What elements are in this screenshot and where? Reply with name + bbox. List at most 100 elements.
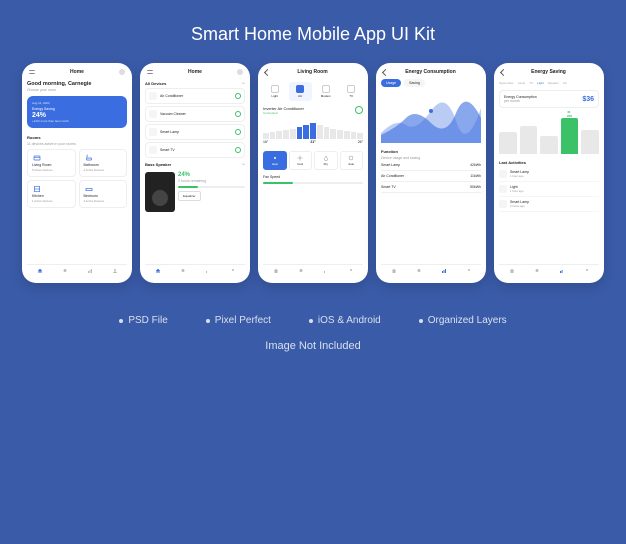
- tab-tv[interactable]: TV: [529, 81, 533, 85]
- room-card-kitchen[interactable]: Kitchen 1 Active Devices: [27, 180, 76, 208]
- screen-living-room: Living Room Light AC Modem TV Inverter A…: [258, 63, 368, 283]
- bed-icon: [84, 185, 94, 193]
- tv-icon: [149, 146, 157, 154]
- mode-label: Auto: [348, 162, 354, 166]
- chip-usage[interactable]: Usage: [381, 79, 401, 87]
- card-label: Energy Saving: [32, 107, 122, 111]
- tab-lamp[interactable]: Lamp: [518, 81, 526, 85]
- tab-speaker[interactable]: Speaker: [548, 81, 559, 85]
- nav-chart-icon[interactable]: [87, 268, 93, 274]
- all-devices-heading: All Devices: [145, 81, 166, 86]
- cat-tv[interactable]: TV: [340, 82, 364, 101]
- nav-profile-icon[interactable]: [584, 268, 590, 274]
- mode-label: Dry: [324, 162, 328, 166]
- nav-bulb-icon[interactable]: [416, 268, 422, 274]
- mode-heat[interactable]: Heat: [263, 151, 287, 170]
- lamp-icon: [499, 170, 507, 178]
- device-row-tv[interactable]: Smart TV: [145, 142, 245, 158]
- device-row-lamp[interactable]: Smart Lamp: [145, 124, 245, 140]
- fan-speed-slider[interactable]: [263, 182, 363, 184]
- nav-profile-icon[interactable]: [466, 268, 472, 274]
- feature-psd: PSD File: [119, 315, 167, 326]
- room-card-bathroom[interactable]: Bathroom 2 Active Devices: [79, 149, 128, 177]
- activity-row[interactable]: Light1 hour ago: [499, 182, 599, 197]
- func-row-ac[interactable]: Air Conditioner11kWh: [381, 171, 481, 182]
- nav-chart-icon[interactable]: [441, 268, 447, 274]
- nav-home-icon[interactable]: [391, 268, 397, 274]
- power-toggle[interactable]: [235, 93, 241, 99]
- cost-sub: per month: [504, 99, 537, 103]
- equalizer-button[interactable]: Equalizer: [178, 191, 201, 201]
- nav-bulb-icon[interactable]: [298, 268, 304, 274]
- temperature-slider[interactable]: 16° 21° 26°: [263, 119, 363, 144]
- cat-ac[interactable]: AC: [289, 82, 313, 101]
- power-toggle[interactable]: [235, 111, 241, 117]
- device-name: Smart Lamp: [160, 130, 232, 134]
- nav-home-icon[interactable]: [509, 268, 515, 274]
- activity-row[interactable]: Smart Lamp2 hours ago: [499, 197, 599, 212]
- back-icon[interactable]: [264, 68, 271, 75]
- menu-icon[interactable]: [29, 70, 35, 74]
- cost-card: Energy Consumption per month $36: [499, 90, 599, 108]
- bar-chart: 46kWh: [499, 114, 599, 154]
- bar: [520, 126, 538, 154]
- device-row-ac[interactable]: Air Conditioner: [145, 88, 245, 104]
- nav-chart-icon[interactable]: [323, 268, 329, 274]
- func-name: Smart TV: [381, 185, 396, 189]
- nav-bulb-icon[interactable]: [180, 268, 186, 274]
- power-button[interactable]: [355, 106, 363, 114]
- tab-september[interactable]: September: [499, 81, 514, 85]
- avatar[interactable]: [119, 69, 125, 75]
- tab-light[interactable]: Light: [537, 81, 544, 85]
- header-title: Energy Consumption: [405, 69, 456, 75]
- cat-light[interactable]: Light: [263, 82, 287, 101]
- cat-modem[interactable]: Modem: [314, 82, 338, 101]
- avatar[interactable]: [237, 69, 243, 75]
- not-included-text: Image Not Included: [265, 340, 360, 352]
- menu-icon[interactable]: [147, 70, 153, 74]
- device-list: Air Conditioner Vacuum Cleaner Smart Lam…: [145, 88, 245, 158]
- room-card-bedroom[interactable]: Bedroom 3 Active Devices: [79, 180, 128, 208]
- bath-icon: [84, 154, 94, 162]
- nav-bulb-icon[interactable]: [534, 268, 540, 274]
- cool-icon: [297, 155, 303, 161]
- activity-time: 1 hour ago: [510, 174, 599, 178]
- mode-dry[interactable]: Dry: [314, 151, 338, 170]
- volume-slider[interactable]: [178, 186, 245, 188]
- mode-auto[interactable]: Auto: [340, 151, 364, 170]
- energy-saving-card[interactable]: Aug 11, 2022 Energy Saving 24% +12% more…: [27, 96, 127, 128]
- bar: [540, 136, 558, 154]
- features-row: PSD File Pixel Perfect iOS & Android Org…: [119, 315, 506, 326]
- activity-row[interactable]: Smart Lamp1 hour ago: [499, 167, 599, 182]
- nav-home-icon[interactable]: [155, 268, 161, 274]
- room-card-living[interactable]: Living Room 5 Active Devices: [27, 149, 76, 177]
- feature-pixel: Pixel Perfect: [206, 315, 271, 326]
- nav-chart-icon[interactable]: [559, 268, 565, 274]
- lamp-icon: [149, 128, 157, 136]
- power-toggle[interactable]: [235, 147, 241, 153]
- fan-speed-label: Fan Speed: [263, 175, 363, 179]
- power-toggle[interactable]: [235, 129, 241, 135]
- more-icon[interactable]: •••: [242, 162, 245, 167]
- nav-chart-icon[interactable]: [205, 268, 211, 274]
- func-row-tv[interactable]: Smart TV50kWh: [381, 182, 481, 193]
- func-row-lamp[interactable]: Smart Lamp42kWh: [381, 160, 481, 171]
- mode-cool[interactable]: Cool: [289, 151, 313, 170]
- back-icon[interactable]: [382, 68, 389, 75]
- nav-profile-icon[interactable]: [348, 268, 354, 274]
- room-name: Kitchen: [32, 194, 71, 198]
- nav-profile-icon[interactable]: [112, 268, 118, 274]
- device-row-vacuum[interactable]: Vacuum Cleaner: [145, 106, 245, 122]
- nav-home-icon[interactable]: [273, 268, 279, 274]
- nav-bulb-icon[interactable]: [62, 268, 68, 274]
- more-icon[interactable]: •••: [242, 81, 245, 86]
- header-title: Energy Saving: [531, 69, 566, 75]
- nav-profile-icon[interactable]: [230, 268, 236, 274]
- chip-saving[interactable]: Saving: [404, 79, 425, 87]
- room-sub: 1 Active Devices: [32, 199, 71, 203]
- back-icon[interactable]: [500, 68, 507, 75]
- nav-home-icon[interactable]: [37, 268, 43, 274]
- light-icon: [499, 185, 507, 193]
- tab-ac[interactable]: AC: [563, 81, 567, 85]
- cat-label: TV: [349, 94, 353, 98]
